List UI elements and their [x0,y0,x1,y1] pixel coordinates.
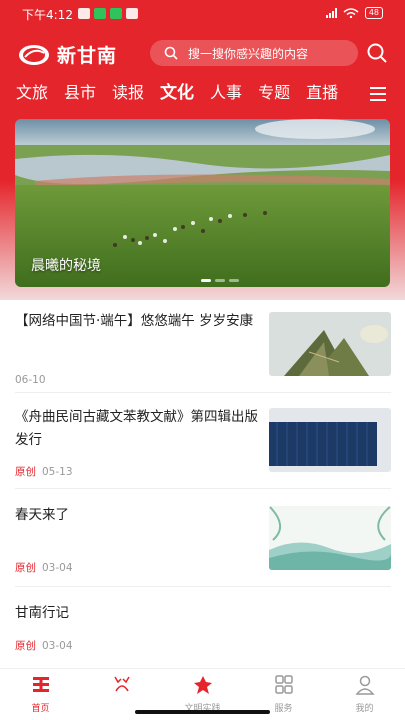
nav-home[interactable]: 首页 [0,669,81,720]
status-right: 48 [325,7,383,19]
tab-zhibo[interactable]: 直播 [306,82,338,116]
original-tag: 原创 [15,640,36,652]
news-meta: 06-10 [15,374,46,386]
top-bar: 新甘南 搜一搜你感兴趣的内容 [0,36,405,72]
carousel-dot [229,279,239,282]
search-input[interactable]: 搜一搜你感兴趣的内容 [150,40,358,66]
home-indicator [135,710,270,714]
news-item[interactable]: 《舟曲民间古藏文苯教文献》第四辑出版发行 原创 05-13 [15,406,391,478]
battery-icon: 48 [364,7,383,19]
status-time: 下午4:12 [22,8,73,22]
original-tag: 原创 [15,562,36,574]
wifi-icon [343,8,359,18]
tab-dubao[interactable]: 读报 [112,82,144,116]
news-title: 《舟曲民间古藏文苯教文献》第四辑出版发行 [15,409,258,448]
news-meta: 原创 03-04 [15,560,73,575]
menu-icon[interactable] [370,87,386,101]
tab-xianshi[interactable]: 县市 [64,82,96,116]
banner-carousel[interactable]: 晨曦的秘境 [15,119,390,287]
news-title: 【网络中国节·端午】悠悠端午 岁岁安康 [15,313,254,329]
divider [15,586,391,587]
news-thumbnail [269,408,391,472]
logo-icon [19,44,49,65]
news-date: 03-04 [42,562,73,574]
wechat-icon [110,8,122,19]
search-placeholder: 搜一搜你感兴趣的内容 [188,46,309,61]
notification-icons [78,8,138,19]
app-icon [126,8,138,19]
news-date: 05-13 [42,466,73,478]
wechat-icon [94,8,106,19]
tab-zhuanti[interactable]: 专题 [258,82,290,116]
civilization-icon [193,676,212,694]
notification-icon [78,8,90,19]
news-title: 春天来了 [15,507,69,523]
nav-label: 首页 [31,704,50,714]
tab-wenhua[interactable]: 文化 [160,82,194,123]
news-title: 甘南行记 [15,605,69,621]
logo-text: 新甘南 [57,45,118,67]
grid-icon [274,675,293,694]
news-meta: 原创 05-13 [15,464,73,479]
news-date: 06-10 [15,374,46,386]
news-item[interactable]: 甘南行记 原创 03-04 [15,602,391,652]
tab-wenlv[interactable]: 文旅 [16,82,48,116]
nav-label: 我的 [355,704,374,714]
home-icon [32,677,49,692]
original-tag: 原创 [15,466,36,478]
status-bar: 下午4:12 48 [0,0,405,30]
news-thumbnail [269,312,391,376]
news-date: 03-04 [42,640,73,652]
news-item[interactable]: 春天来了 原创 03-04 [15,504,391,574]
nav-mine[interactable]: 我的 [324,669,405,720]
news-meta: 原创 03-04 [15,638,73,653]
carousel-dots [201,279,239,282]
carousel-dot [215,279,225,282]
news-thumbnail [269,506,391,570]
news-item[interactable]: 【网络中国节·端午】悠悠端午 岁岁安康 06-10 [15,310,391,386]
divider [15,392,391,393]
app-logo[interactable]: 新甘南 [17,41,117,68]
search-icon [164,46,178,60]
signal-icon [325,8,337,18]
carousel-dot [201,279,211,282]
tab-renshi[interactable]: 人事 [210,82,242,116]
banner-caption: 晨曦的秘境 [31,258,101,274]
search-icon[interactable] [366,42,388,64]
divider [15,488,391,489]
deer-icon [113,676,130,692]
channel-tabs: 文旅 县市 读报 文化 人事 专题 直播 [0,82,405,123]
user-icon [354,675,375,695]
